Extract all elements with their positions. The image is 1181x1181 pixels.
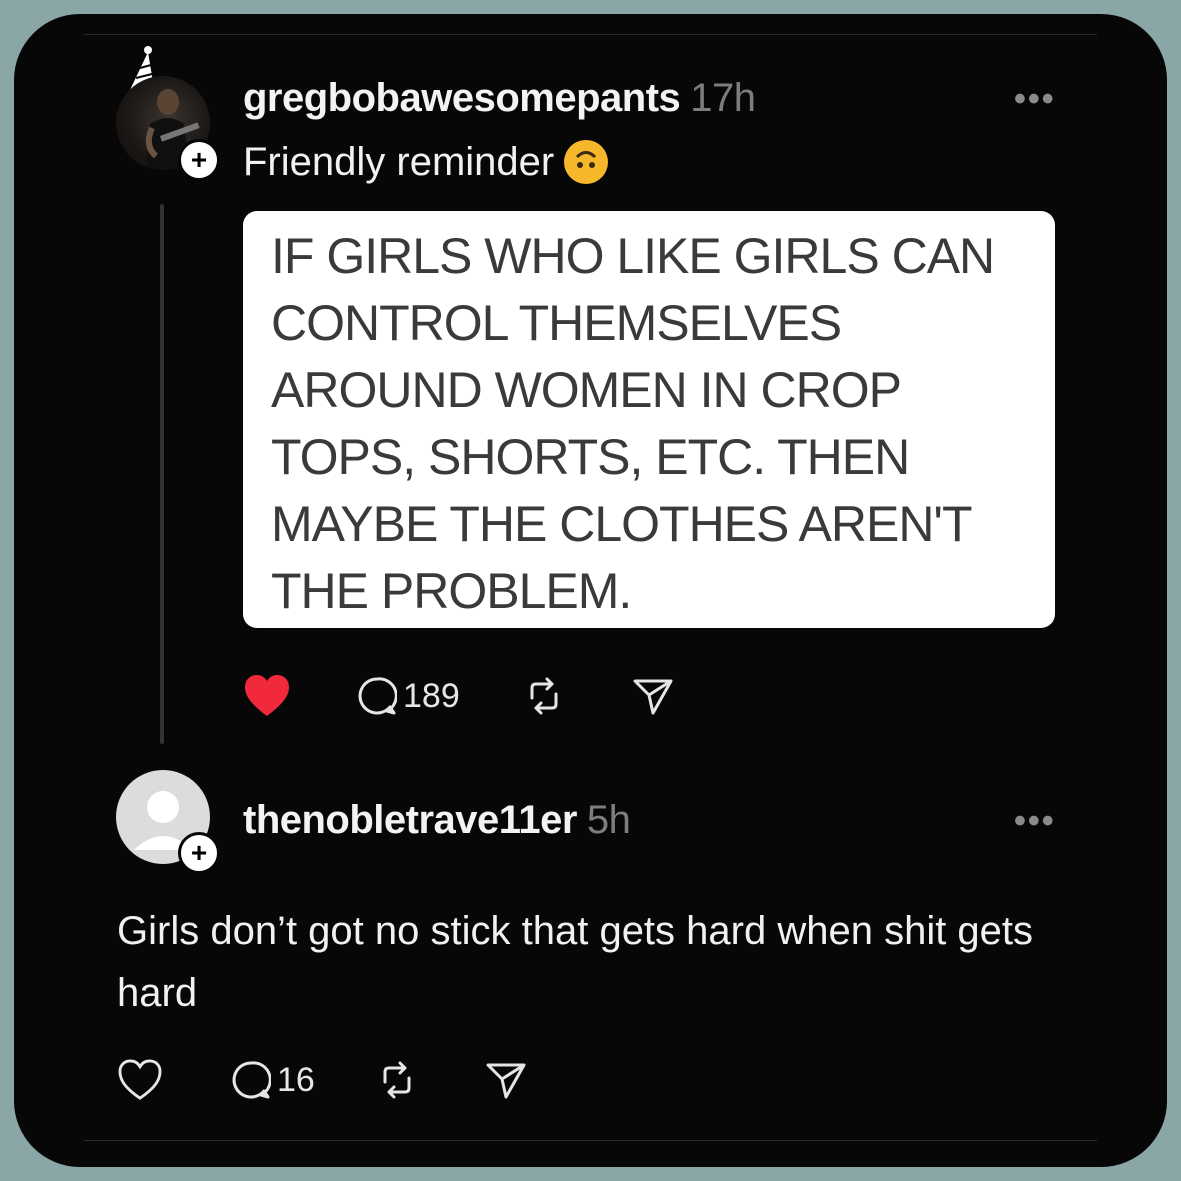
share-button[interactable] (485, 1060, 527, 1100)
thread-line (160, 204, 164, 744)
comment-button[interactable]: 16 (231, 1060, 315, 1100)
comment-icon (232, 1061, 271, 1099)
follow-button[interactable]: + (178, 832, 220, 874)
repost-icon (383, 1061, 411, 1099)
username[interactable]: thenobletrave11er (243, 798, 577, 842)
quote-line: MAYBE THE CLOTHES AREN'T (271, 496, 973, 552)
quote-line: IF GIRLS WHO LIKE GIRLS CAN (271, 228, 995, 284)
like-button[interactable] (243, 674, 291, 718)
quote-line: THE PROBLEM. (271, 563, 632, 619)
repost-icon (530, 677, 558, 715)
more-options-icon[interactable]: ••• (1014, 802, 1056, 841)
quote-image[interactable]: IF GIRLS WHO LIKE GIRLS CAN CONTROL THEM… (243, 211, 1055, 628)
quote-line: AROUND WOMEN IN CROP (271, 362, 902, 418)
repost-button[interactable] (375, 1060, 419, 1100)
send-icon (633, 679, 673, 715)
post-text: Friendly reminder (243, 140, 555, 184)
follow-button[interactable]: + (178, 139, 220, 181)
repost-button[interactable] (522, 676, 566, 716)
reply-count: 189 (403, 676, 460, 715)
reply-actions: 16 (117, 1059, 527, 1101)
upside-down-face-icon (564, 140, 609, 184)
reply-count: 16 (277, 1060, 315, 1099)
send-icon (486, 1063, 526, 1099)
post-header: gregbobawesomepants 17h (243, 76, 756, 121)
bottom-divider (84, 1140, 1097, 1141)
comment-icon (358, 677, 397, 715)
reply-text: Girls don’t got no stick that gets hard … (117, 909, 1034, 1015)
post-actions: 189 (243, 674, 674, 718)
top-divider (84, 34, 1097, 35)
threads-card: + gregbobawesomepants 17h ••• Friendly re… (14, 14, 1167, 1167)
heart-filled-icon (245, 675, 289, 716)
quote-line: CONTROL THEMSELVES (271, 295, 842, 351)
like-button[interactable] (117, 1059, 163, 1101)
post-caption: Friendly reminder (243, 140, 609, 185)
reply-header: thenobletrave11er 5h (243, 798, 631, 843)
more-options-icon[interactable]: ••• (1014, 80, 1056, 119)
comment-button[interactable]: 189 (357, 676, 460, 716)
username[interactable]: gregbobawesomepants (243, 76, 681, 120)
timestamp: 17h (690, 76, 756, 120)
timestamp: 5h (586, 798, 631, 842)
quote-line: TOPS, SHORTS, ETC. THEN (271, 429, 910, 485)
heart-icon (118, 1059, 162, 1100)
share-button[interactable] (632, 676, 674, 716)
